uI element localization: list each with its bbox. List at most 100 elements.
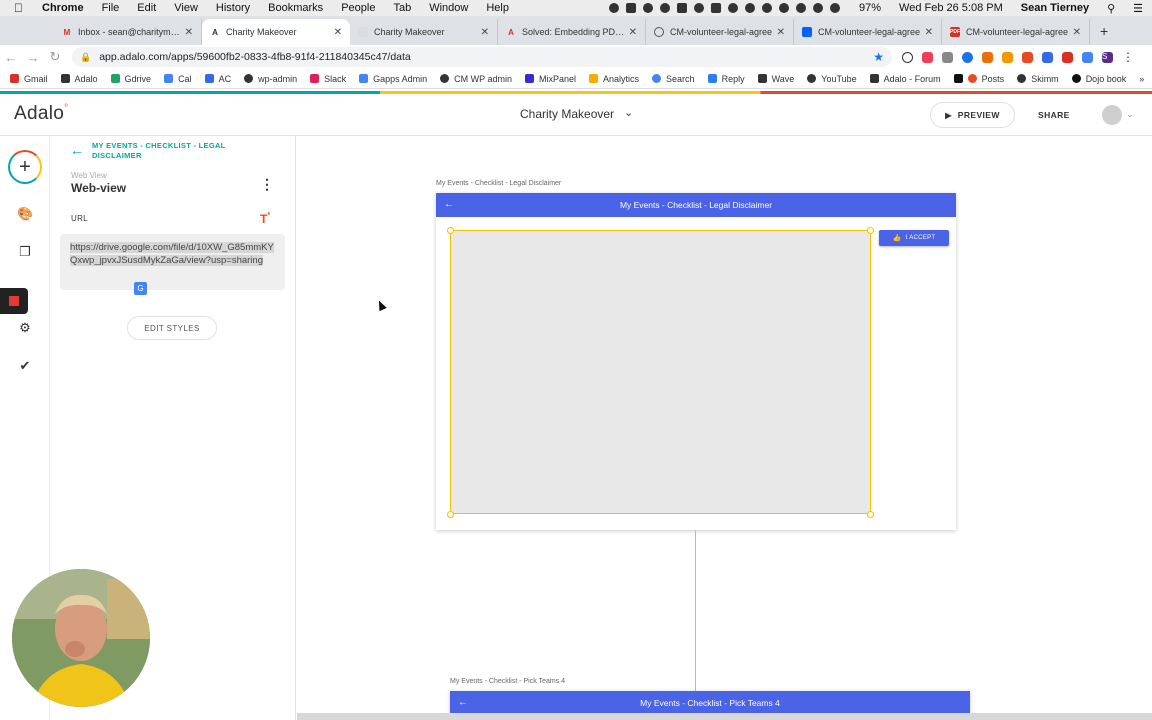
chevron-down-icon[interactable]: ⌄ bbox=[1126, 109, 1134, 120]
volume-icon[interactable] bbox=[830, 3, 840, 13]
address-url[interactable]: app.adalo.com/apps/59600fb2-0833-4fb8-91… bbox=[99, 51, 411, 63]
builder-canvas[interactable]: My Events - Checklist - Legal Disclaimer… bbox=[297, 136, 1152, 713]
bookmark-item[interactable]: AC bbox=[204, 74, 231, 84]
menu-tab[interactable]: Tab bbox=[384, 2, 420, 14]
component-name[interactable]: Web-view bbox=[71, 181, 126, 195]
more-options-icon[interactable]: ⋮ bbox=[260, 176, 274, 193]
extension-icon[interactable] bbox=[1022, 51, 1033, 63]
apple-icon[interactable]:  bbox=[0, 1, 33, 15]
share-button[interactable]: SHARE bbox=[1038, 110, 1070, 120]
bookmark-item[interactable]: Wave bbox=[757, 74, 794, 84]
menu-view[interactable]: View bbox=[165, 2, 207, 14]
menubar-user[interactable]: Sean Tierney bbox=[1012, 2, 1098, 14]
bookmark-item[interactable]: Slack bbox=[310, 74, 346, 84]
screen-label[interactable]: My Events - Checklist - Pick Teams 4 bbox=[450, 678, 565, 685]
new-tab-button[interactable]: + bbox=[1100, 23, 1108, 39]
more-bookmarks-icon[interactable]: » bbox=[1139, 74, 1144, 84]
dropbox-tray-icon[interactable] bbox=[711, 3, 721, 13]
menu-help[interactable]: Help bbox=[477, 2, 518, 14]
browser-tab[interactable]: A Solved: Embedding PDF Fi ✕ bbox=[498, 19, 646, 45]
screen-legal-disclaimer[interactable]: ← My Events - Checklist - Legal Disclaim… bbox=[436, 193, 956, 530]
screen-app-bar[interactable]: ← My Events - Checklist - Legal Disclaim… bbox=[436, 193, 956, 217]
close-icon[interactable]: ✕ bbox=[629, 27, 637, 38]
close-icon[interactable]: ✕ bbox=[334, 27, 342, 38]
menu-history[interactable]: History bbox=[207, 2, 259, 14]
browser-tab[interactable]: Charity Makeover ✕ bbox=[350, 19, 498, 45]
bookmark-item[interactable]: Skimm bbox=[1017, 74, 1059, 84]
menu-app-name[interactable]: Chrome bbox=[33, 2, 93, 14]
forward-icon[interactable]: → bbox=[22, 50, 44, 65]
url-value[interactable]: https://drive.google.com/file/d/10XW_G85… bbox=[70, 242, 274, 266]
gear-icon[interactable]: ⚙ bbox=[17, 320, 33, 336]
publish-check-icon[interactable]: ✔ bbox=[17, 358, 33, 374]
battery-percent[interactable]: 97% bbox=[850, 2, 890, 14]
menu-bookmarks[interactable]: Bookmarks bbox=[259, 2, 332, 14]
bookmark-item[interactable]: Dojo book bbox=[1071, 74, 1126, 84]
bookmark-item[interactable]: wp-admin bbox=[244, 74, 297, 84]
chevron-down-icon[interactable]: ⌄ bbox=[624, 106, 633, 119]
tray-icon[interactable] bbox=[677, 3, 687, 13]
browser-tab[interactable]: M Inbox - sean@charitymake ✕ bbox=[54, 19, 202, 45]
close-icon[interactable]: ✕ bbox=[481, 27, 489, 38]
bookmark-item[interactable]: Posts bbox=[953, 74, 1004, 84]
resize-handle[interactable] bbox=[867, 511, 874, 518]
translate-icon[interactable] bbox=[1082, 51, 1093, 63]
tray-icon[interactable] bbox=[762, 3, 772, 13]
extension-icon[interactable] bbox=[962, 51, 973, 63]
url-input[interactable]: https://drive.google.com/file/d/10XW_G85… bbox=[60, 234, 285, 290]
close-icon[interactable]: ✕ bbox=[1073, 27, 1081, 38]
bookmark-item[interactable]: Gapps Admin bbox=[359, 74, 427, 84]
screen-app-bar[interactable]: ← My Events - Checklist - Pick Teams 4 bbox=[450, 691, 970, 713]
screens-icon[interactable]: ❐ bbox=[17, 244, 33, 260]
profile-avatar[interactable]: S bbox=[1102, 51, 1113, 63]
tray-icon[interactable] bbox=[694, 3, 704, 13]
pocket-icon[interactable] bbox=[922, 51, 933, 63]
notification-center-icon[interactable]: ☰ bbox=[1124, 2, 1152, 15]
bookmark-item[interactable]: Adalo bbox=[60, 74, 98, 84]
back-arrow-icon[interactable]: ← bbox=[70, 142, 84, 158]
browser-tab[interactable]: PDF CM-volunteer-legal-agree ✕ bbox=[942, 19, 1090, 45]
resize-handle[interactable] bbox=[867, 227, 874, 234]
bookmark-item[interactable]: Search bbox=[652, 74, 695, 84]
bookmark-item[interactable]: Analytics bbox=[589, 74, 639, 84]
menu-file[interactable]: File bbox=[93, 2, 129, 14]
tray-icon[interactable] bbox=[660, 3, 670, 13]
bookmark-item[interactable]: YouTube bbox=[807, 74, 857, 84]
bookmark-item[interactable]: Gdrive bbox=[110, 74, 151, 84]
lock-icon[interactable]: 🔒 bbox=[80, 52, 91, 63]
more-menu-icon[interactable]: ⋮ bbox=[1122, 51, 1134, 63]
tray-icon[interactable] bbox=[609, 3, 619, 13]
extension-icon[interactable] bbox=[1002, 51, 1013, 63]
browser-tab[interactable]: CM-volunteer-legal-agree ✕ bbox=[646, 19, 794, 45]
close-icon[interactable]: ✕ bbox=[185, 27, 193, 38]
bookmark-item[interactable]: Cal bbox=[164, 74, 192, 84]
tray-icon[interactable] bbox=[745, 3, 755, 13]
address-bar[interactable]: 🔒 app.adalo.com/apps/59600fb2-0833-4fb8-… bbox=[72, 47, 892, 67]
bookmark-item[interactable]: Reply bbox=[707, 74, 745, 84]
resize-handle[interactable] bbox=[447, 227, 454, 234]
screen-label[interactable]: My Events - Checklist - Legal Disclaimer bbox=[436, 180, 561, 187]
back-icon[interactable]: ← bbox=[0, 50, 22, 65]
wifi-icon[interactable] bbox=[813, 3, 823, 13]
menu-window[interactable]: Window bbox=[420, 2, 477, 14]
extension-icon[interactable] bbox=[982, 51, 993, 63]
translate-icon[interactable]: G bbox=[134, 282, 147, 295]
bluetooth-icon[interactable] bbox=[796, 3, 806, 13]
edit-styles-button[interactable]: EDIT STYLES bbox=[127, 316, 217, 340]
tray-icon[interactable] bbox=[728, 3, 738, 13]
close-icon[interactable]: ✕ bbox=[925, 27, 933, 38]
browser-tab[interactable]: CM-volunteer-legal-agree ✕ bbox=[794, 19, 942, 45]
browser-tab-active[interactable]: A Charity Makeover ✕ bbox=[202, 19, 350, 45]
screen-pick-teams[interactable]: ← My Events - Checklist - Pick Teams 4 bbox=[450, 691, 970, 713]
back-arrow-icon[interactable]: ← bbox=[458, 697, 468, 708]
clock-icon[interactable] bbox=[779, 3, 789, 13]
bookmark-item[interactable]: Adalo - Forum bbox=[869, 74, 941, 84]
extension-icon[interactable] bbox=[942, 51, 953, 63]
extension-icon[interactable] bbox=[902, 51, 913, 63]
bookmark-item[interactable]: MixPanel bbox=[525, 74, 576, 84]
back-arrow-icon[interactable]: ← bbox=[444, 199, 454, 210]
palette-icon[interactable]: 🎨 bbox=[17, 206, 33, 222]
menubar-datetime[interactable]: Wed Feb 26 5:08 PM bbox=[890, 2, 1012, 14]
menu-people[interactable]: People bbox=[332, 2, 384, 14]
spotlight-icon[interactable]: ⚲ bbox=[1098, 2, 1124, 15]
